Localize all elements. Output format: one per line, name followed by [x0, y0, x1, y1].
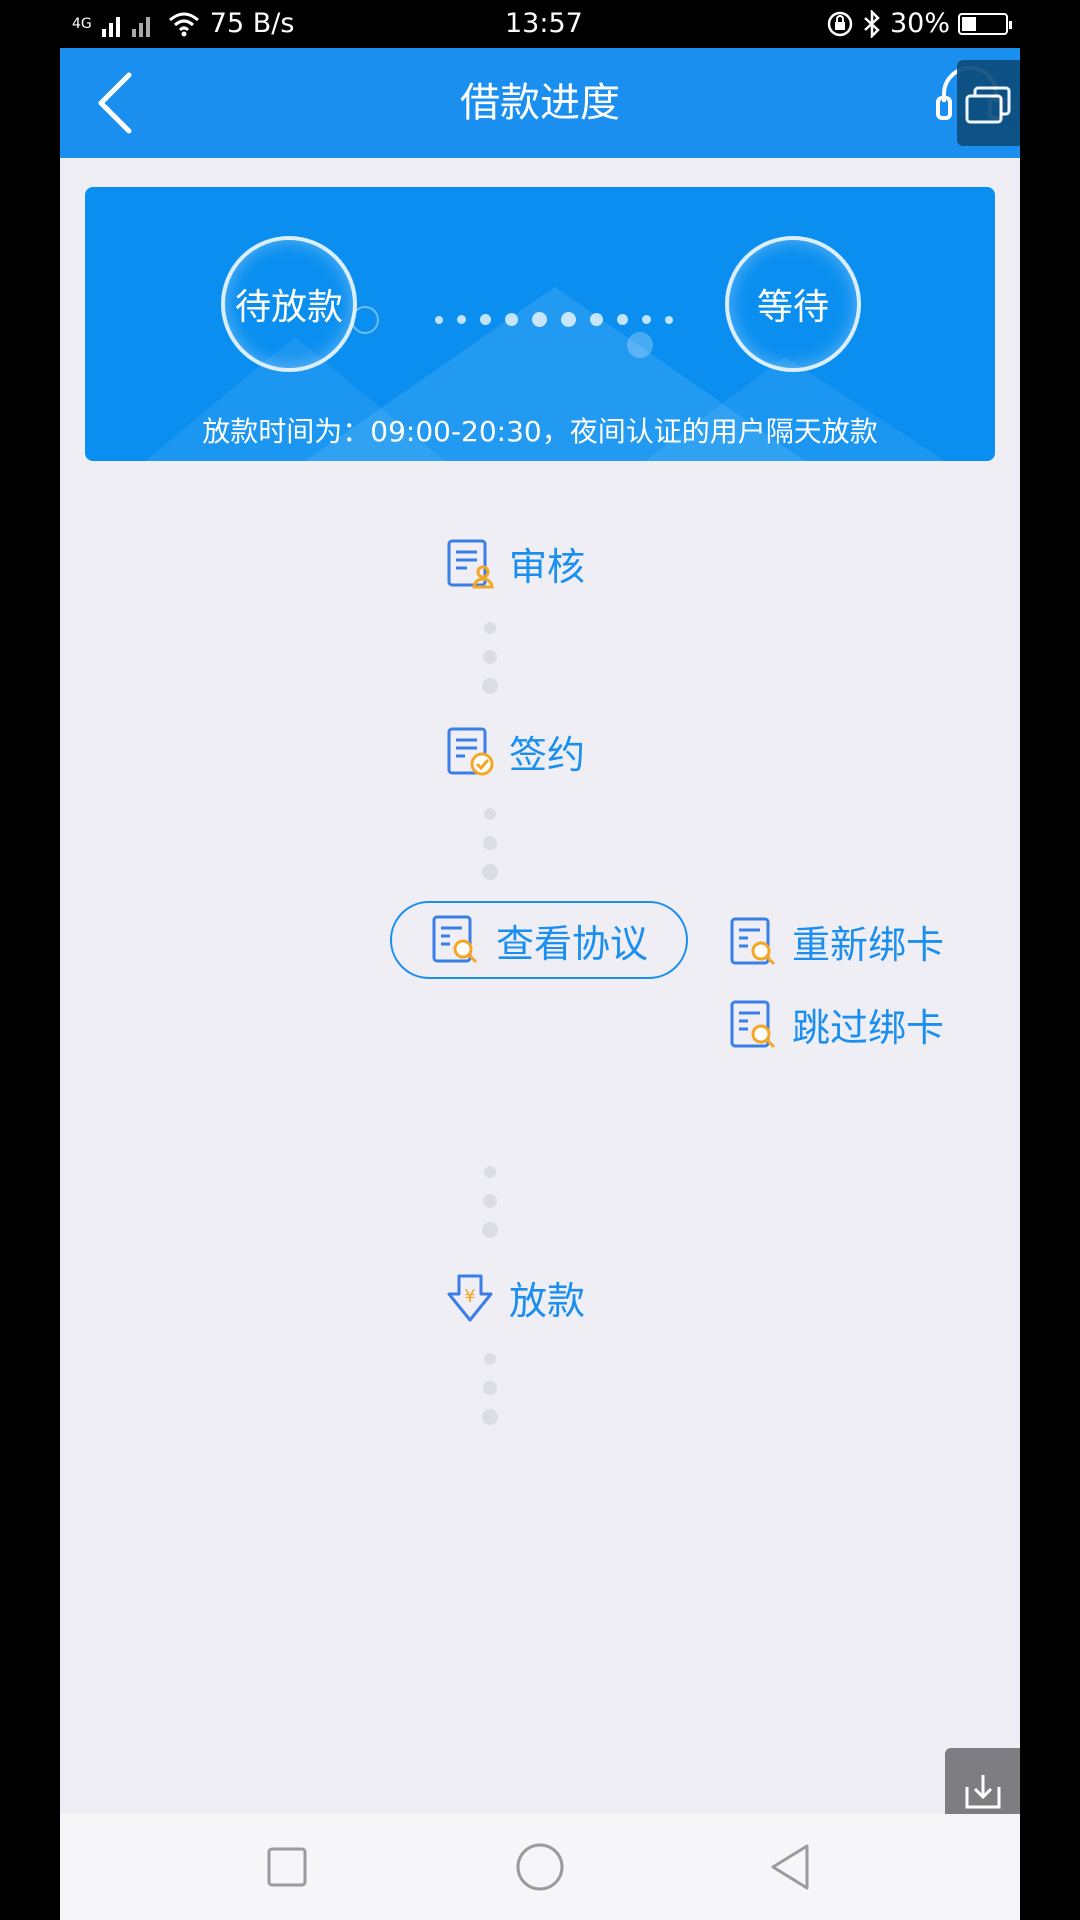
app: 借款进度 待放款 等待 放款时间为：09:00-20:30，夜间认证的用户隔天放… — [60, 48, 1020, 1920]
next-state-label: 等待 — [756, 287, 829, 328]
document-search-icon — [730, 1000, 776, 1048]
step-sign-label: 签约 — [509, 733, 586, 777]
step-connector — [480, 1166, 500, 1238]
skip-bind-card-button[interactable]: 跳过绑卡 — [728, 997, 944, 1052]
system-nav-bar — [60, 1814, 1020, 1920]
view-agreement-label: 查看协议 — [495, 921, 648, 966]
clock: 13:57 — [505, 8, 583, 39]
document-search-icon — [730, 917, 776, 965]
current-state-ring: 待放款 — [221, 236, 357, 372]
step-connector — [480, 1353, 500, 1425]
page-title: 借款进度 — [460, 80, 620, 126]
progress-dots — [435, 312, 673, 327]
skip-bind-card-label: 跳过绑卡 — [792, 1006, 945, 1050]
back-nav-button[interactable] — [757, 1834, 823, 1900]
home-button[interactable] — [507, 1834, 573, 1900]
signal-icon — [101, 16, 150, 37]
screen: 4G 75 B/s 13:57 30% 借款进度 待放款 等待 放款时间为：09… — [0, 0, 1080, 1920]
step-connector — [480, 622, 500, 694]
step-review: 审核 — [445, 536, 585, 591]
floating-window-button[interactable] — [957, 60, 1020, 146]
network-type: 4G — [72, 15, 92, 32]
triangle-back-icon — [771, 1844, 809, 1890]
battery-icon — [958, 12, 1012, 35]
svg-text:¥: ¥ — [464, 1286, 475, 1307]
square-icon — [267, 1847, 307, 1887]
bluetooth-icon — [864, 9, 880, 38]
status-bar: 4G 75 B/s 13:57 30% — [60, 0, 1020, 48]
loan-status-card: 待放款 等待 放款时间为：09:00-20:30，夜间认证的用户隔天放款 — [85, 187, 995, 461]
step-disburse-label: 放款 — [509, 1279, 586, 1323]
wifi-icon — [168, 12, 199, 36]
document-search-icon — [432, 915, 478, 964]
document-check-icon — [447, 727, 494, 775]
rotation-lock-icon — [827, 11, 853, 36]
view-agreement-button[interactable]: 查看协议 — [390, 901, 688, 979]
circle-icon — [516, 1843, 564, 1891]
network-speed: 75 B/s — [209, 8, 295, 39]
step-disburse: ¥ 放款 — [445, 1270, 585, 1325]
header-bar: 借款进度 — [60, 48, 1020, 158]
step-review-label: 审核 — [509, 545, 586, 589]
next-state-ring: 等待 — [725, 236, 861, 372]
disbursement-time-note: 放款时间为：09:00-20:30，夜间认证的用户隔天放款 — [202, 415, 878, 448]
step-sign: 签约 — [445, 724, 585, 779]
battery-percent: 30% — [889, 8, 950, 39]
rebind-card-label: 重新绑卡 — [792, 923, 945, 967]
money-down-icon: ¥ — [447, 1274, 493, 1321]
multi-window-icon — [965, 86, 1011, 124]
step-connector — [480, 808, 500, 880]
rebind-card-button[interactable]: 重新绑卡 — [728, 914, 944, 969]
current-state-label: 待放款 — [234, 287, 343, 328]
download-tray-icon — [965, 1775, 1000, 1809]
document-user-icon — [447, 539, 494, 588]
recent-apps-button[interactable] — [254, 1834, 320, 1900]
